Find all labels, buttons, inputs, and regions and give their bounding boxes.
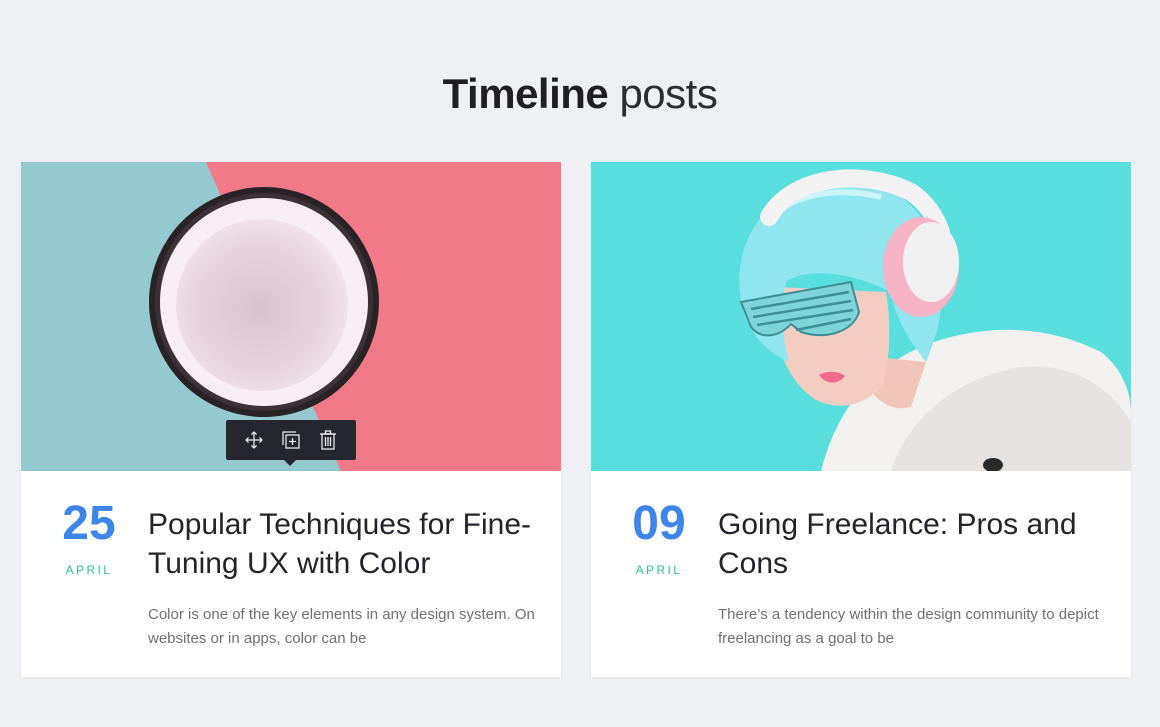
move-icon[interactable] [240, 426, 268, 454]
post-date-day: 25 [62, 497, 116, 550]
duplicate-icon[interactable] [277, 426, 305, 454]
post-title[interactable]: Going Freelance: Pros and Cons [718, 505, 1108, 583]
post-card[interactable]: 09 APRIL Going Freelance: Pros and Cons … [591, 162, 1131, 677]
post-excerpt: There’s a tendency within the design com… [718, 606, 1099, 647]
trash-icon[interactable] [314, 426, 342, 454]
post-card-body: 25 APRIL Popular Techniques for Fine-Tun… [21, 471, 561, 677]
post-image-headphones-woman[interactable] [591, 162, 1131, 471]
post-card[interactable]: 25 APRIL Popular Techniques for Fine-Tun… [21, 162, 561, 677]
post-date: 09 APRIL [591, 497, 727, 577]
section-title-strong: Timeline [442, 70, 609, 117]
post-date: 25 APRIL [21, 497, 157, 577]
post-title[interactable]: Popular Techniques for Fine-Tuning UX wi… [148, 505, 538, 583]
section-title: Timeline posts [0, 70, 1160, 118]
post-excerpt: Color is one of the key elements in any … [148, 606, 535, 647]
post-date-day: 09 [632, 497, 686, 550]
post-date-month: APRIL [65, 563, 113, 577]
section-title-light: posts [608, 70, 718, 117]
block-toolbar [226, 420, 356, 466]
post-date-month: APRIL [635, 563, 683, 577]
post-image-coconut[interactable] [21, 162, 561, 471]
post-card-body: 09 APRIL Going Freelance: Pros and Cons … [591, 471, 1131, 677]
